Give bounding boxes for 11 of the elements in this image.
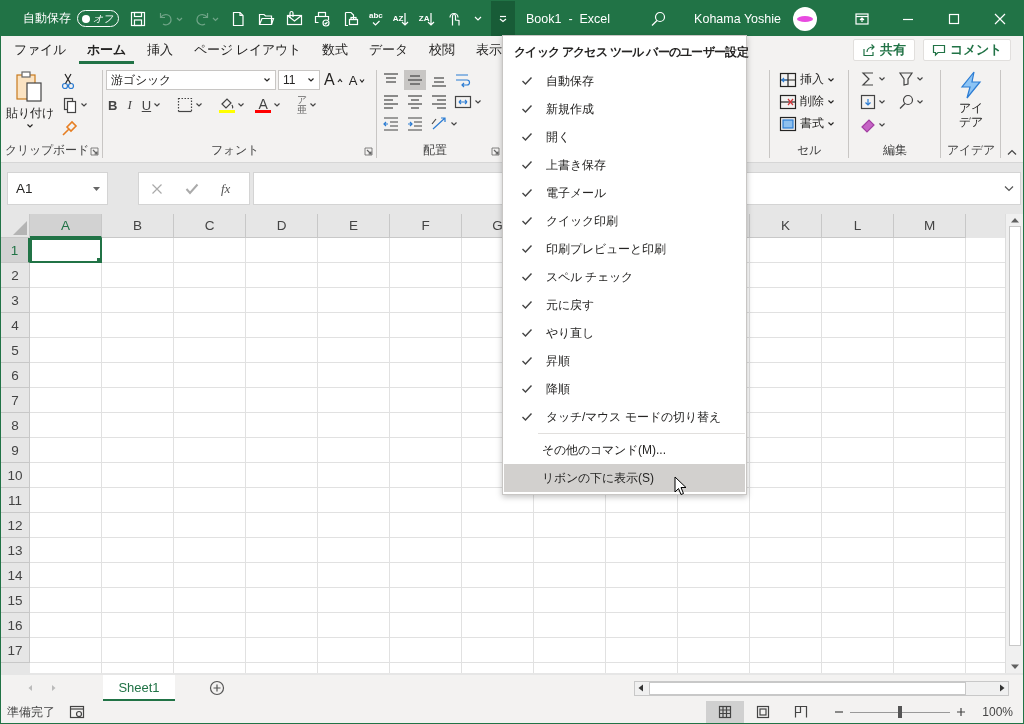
group-label: 編集 xyxy=(882,141,907,159)
group-label: クリップボード xyxy=(5,141,89,159)
group-label: セル xyxy=(797,141,821,159)
user-name: Kohama Yoshie xyxy=(694,11,781,26)
group-label: フォント xyxy=(210,141,259,159)
status-text: 準備完了 xyxy=(7,703,55,721)
zoom-level: 100% xyxy=(982,705,1013,719)
window-title: Book1 - Excel xyxy=(526,11,611,26)
group-label: 配置 xyxy=(423,141,447,159)
autosave-label: 自動保存 xyxy=(23,10,71,27)
group-label: アイデア xyxy=(946,141,995,159)
